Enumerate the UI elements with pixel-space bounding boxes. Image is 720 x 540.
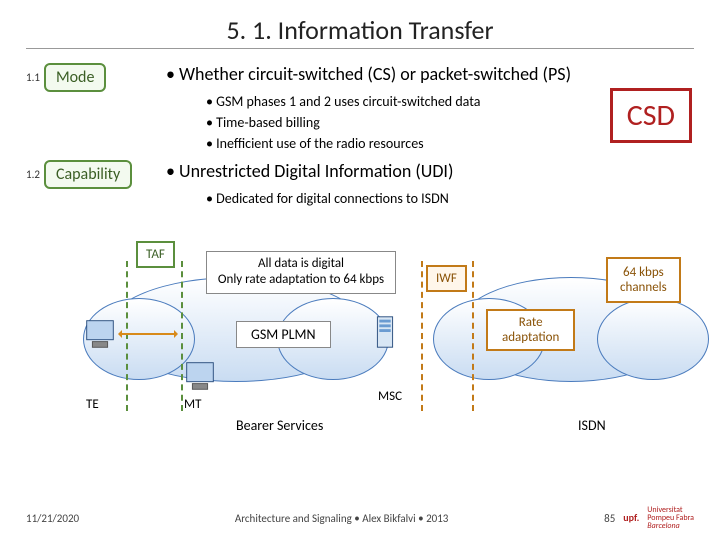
iwf-line [472,261,474,411]
info-line: All data is digital [258,256,344,271]
channels-box: 64 kbps channels [606,257,681,303]
iwf-line [421,261,423,411]
page-title: 5. 1. Information Transfer [26,14,694,46]
rate-line: adaptation [502,330,559,345]
arrow-icon [120,333,176,335]
upf-logo-icon: upf. [623,513,639,523]
divider [26,48,694,49]
rate-line: Rate [519,315,543,330]
capability-badge: Capability [44,160,132,189]
section-number: 1.2 [26,168,40,181]
te-label: TE [86,397,99,412]
plmn-label: GSM PLMN [236,321,331,348]
rate-box: Rate adaptation [486,309,575,351]
mode-headline: Whether circuit-switched (CS) or packet-… [166,63,694,85]
upf-logo-text: Universitat Pompeu Fabra Barcelona [647,506,694,530]
chan-line: channels [620,280,667,295]
diagram: TAF All data is digital Only rate adapta… [26,217,694,427]
taf-line [126,261,128,411]
footer: 11/21/2020 Architecture and Signaling • … [0,506,720,530]
computer-icon [81,315,119,353]
section-number: 1.1 [26,71,40,84]
isdn-label: ISDN [578,417,606,434]
computer-icon [181,357,219,395]
taf-box: TAF [136,241,175,268]
footer-center: Architecture and Signaling • Alex Bikfal… [79,512,604,525]
page-number: 85 [604,512,615,525]
capability-sub: Dedicated for digital connections to ISD… [206,188,694,209]
info-box: All data is digital Only rate adaptation… [206,251,396,294]
section-mode: 1.1 Mode Whether circuit-switched (CS) o… [26,63,694,154]
chan-line: 64 kbps [623,265,664,280]
msc-label: MSC [378,389,402,404]
footer-date: 11/21/2020 [26,512,79,525]
mode-badge: Mode [44,63,106,92]
iwf-box: IWF [426,265,467,292]
section-capability: 1.2 Capability Unrestricted Digital Info… [26,160,694,209]
mt-label: MT [184,397,201,412]
bearer-label: Bearer Services [236,417,323,434]
server-icon [366,313,404,351]
capability-headline: Unrestricted Digital Information (UDI) [166,160,694,182]
csd-callout: CSD [610,88,692,143]
info-line: Only rate adaptation to 64 kbps [218,272,384,287]
